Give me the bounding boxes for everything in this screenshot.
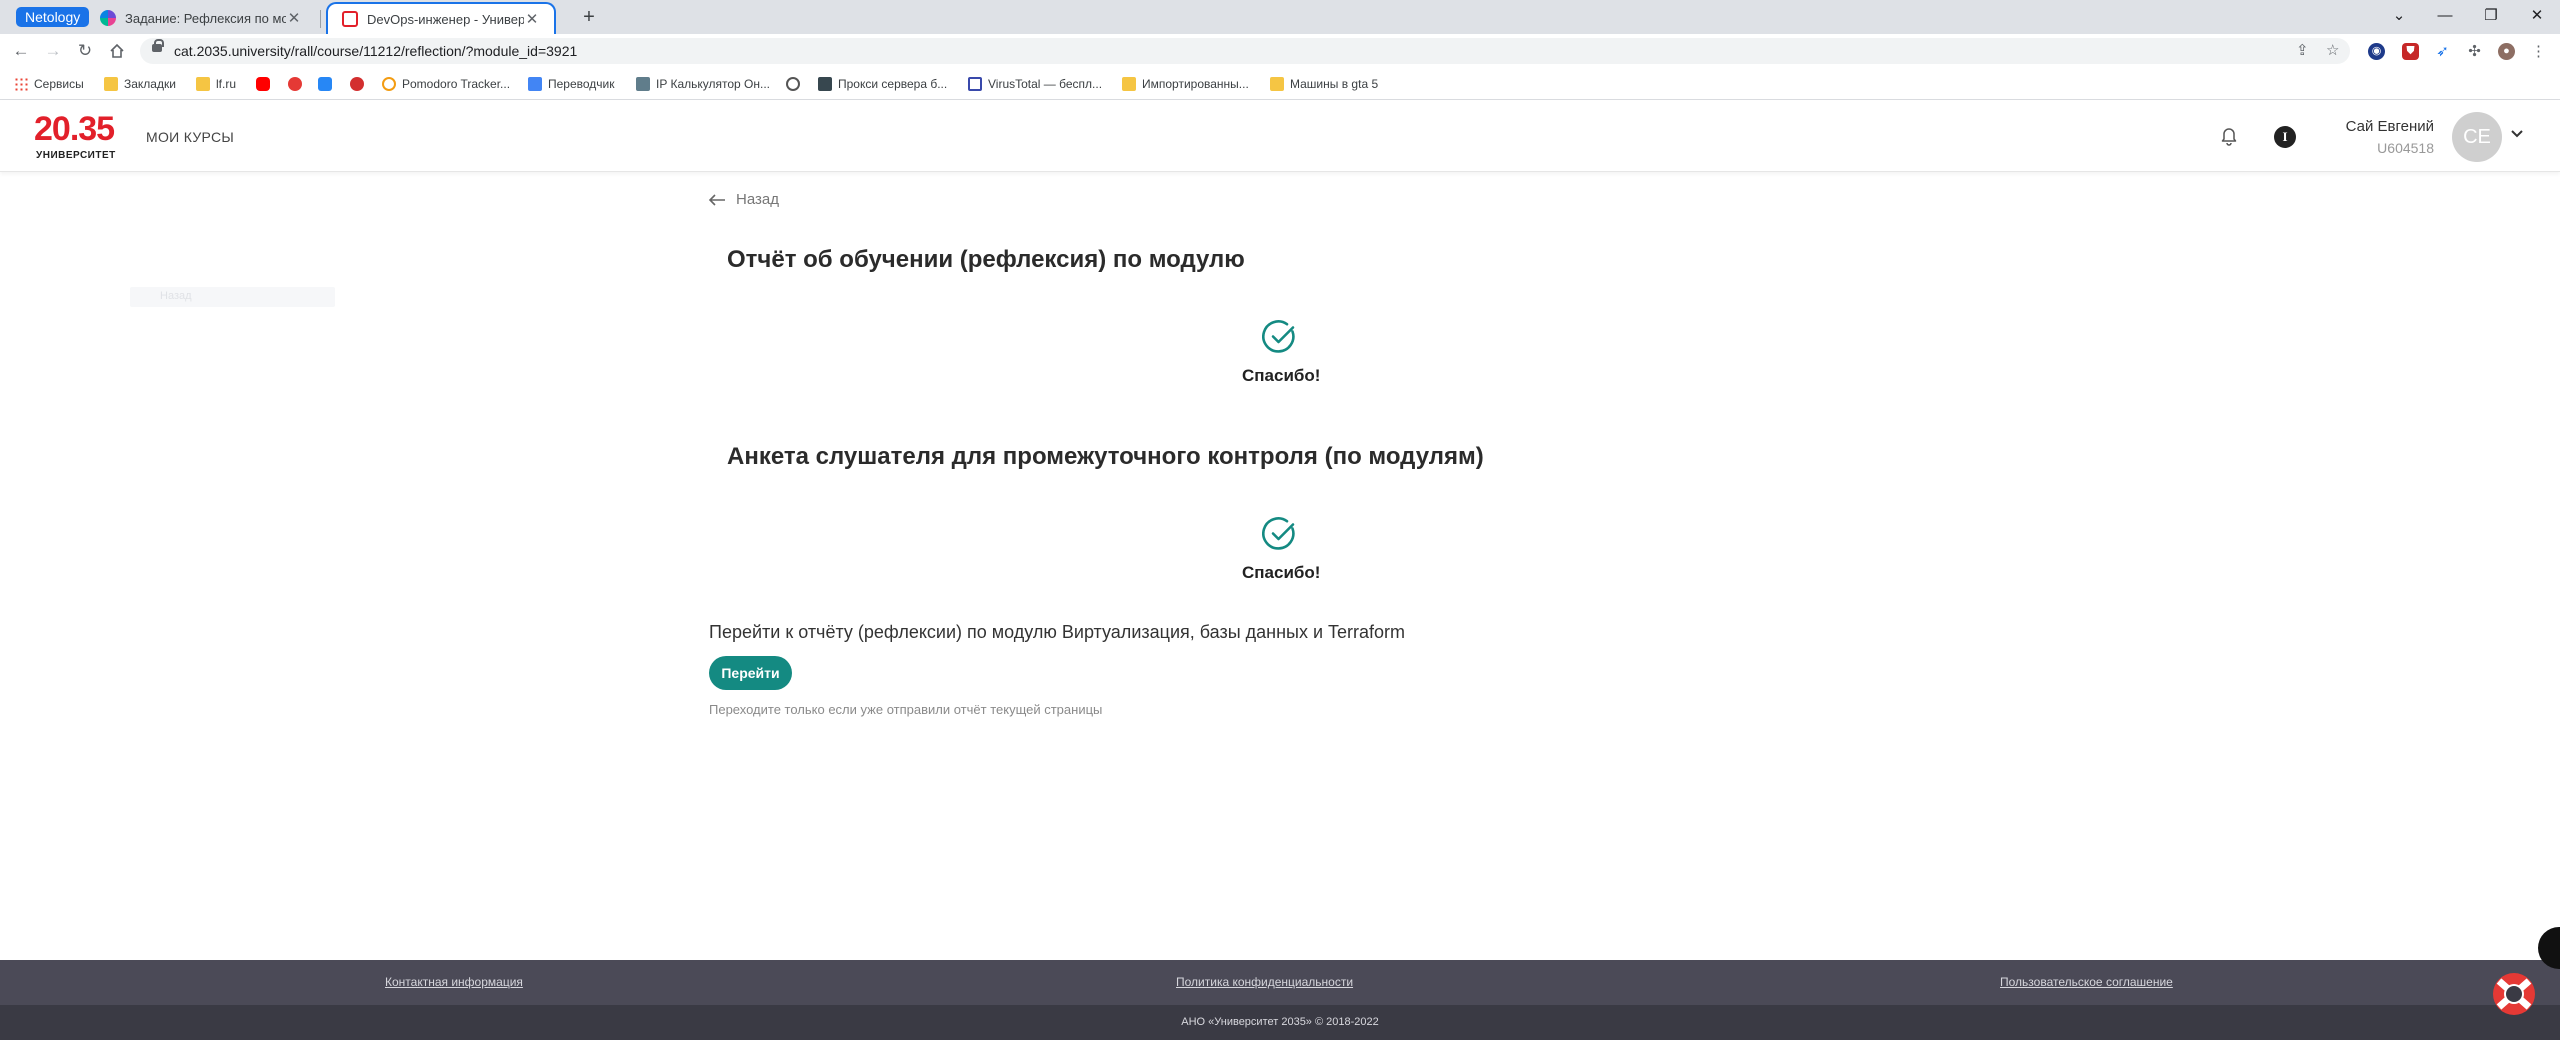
- tab-group-label[interactable]: Netology: [16, 7, 90, 27]
- user-name[interactable]: Сай Евгений: [2346, 118, 2434, 135]
- extensions-puzzle-icon[interactable]: ✣: [2466, 43, 2483, 60]
- bookmark-zakladki[interactable]: Закладки: [104, 75, 176, 93]
- back-arrow-icon[interactable]: ←: [8, 38, 34, 64]
- bookmarks-bar: Сервисы Закладки lf.ru Pomodoro Tracker.…: [0, 68, 2560, 100]
- share-icon[interactable]: ⇪: [2296, 41, 2309, 59]
- folder-icon: [1122, 77, 1136, 91]
- reflection-status: Спасибо!: [1242, 366, 1321, 385]
- bookmark-red-circle[interactable]: [288, 75, 308, 93]
- bookmark-translator[interactable]: Переводчик: [528, 75, 615, 93]
- tab-divider: [320, 10, 321, 28]
- arrow-left-icon: [708, 193, 725, 206]
- bookmark-ip-calc[interactable]: IP Калькулятор Он...: [636, 75, 770, 93]
- browser-tabstrip: Netology Задание: Рефлексия по модулю ✕ …: [0, 0, 2560, 34]
- nav-my-courses[interactable]: МОИ КУРСЫ: [146, 129, 234, 145]
- chevron-down-icon[interactable]: [2510, 126, 2524, 144]
- bookmark-proxy[interactable]: Прокси сервера б...: [818, 75, 947, 93]
- tab-title: Задание: Рефлексия по модулю: [125, 10, 286, 26]
- forward-arrow-icon[interactable]: →: [40, 38, 66, 64]
- browser-menu-icon[interactable]: ⋮: [2530, 43, 2547, 60]
- university-favicon-icon: [342, 11, 358, 27]
- bell-icon[interactable]: [2218, 124, 2240, 146]
- red-alert-icon: [350, 77, 364, 91]
- proxy-icon: [818, 77, 832, 91]
- footer-link-contacts[interactable]: Контактная информация: [385, 975, 523, 989]
- bookmark-star-icon[interactable]: ☆: [2326, 41, 2339, 59]
- vk-icon: [318, 77, 332, 91]
- bookmark-vk[interactable]: [318, 75, 338, 93]
- tab-title: DevOps-инженер - Университет 2035: [367, 11, 524, 27]
- user-id: U604518: [2377, 140, 2434, 156]
- survey-title: Анкета слушателя для промежуточного конт…: [727, 443, 1484, 470]
- bookmark-virustotal[interactable]: VirusTotal — беспл...: [968, 75, 1102, 93]
- lock-icon: [152, 39, 164, 52]
- virustotal-icon: [968, 77, 982, 91]
- footer-links-bar: Контактная информация Политика конфиденц…: [0, 960, 2560, 1005]
- globe-icon: [786, 77, 800, 91]
- bookmark-youtube[interactable]: [256, 75, 276, 93]
- new-tab-button[interactable]: +: [576, 4, 602, 30]
- check-circle-icon: [1262, 517, 1295, 550]
- site-header: 20.35 УНИВЕРСИТЕТ МОИ КУРСЫ I Сай Евгени…: [0, 100, 2560, 172]
- back-label: Назад: [736, 191, 779, 208]
- folder-icon: [104, 77, 118, 91]
- browser-tab-devops[interactable]: DevOps-инженер - Университет 2035 ✕: [326, 2, 556, 34]
- minimize-button[interactable]: —: [2422, 3, 2468, 29]
- footer-link-privacy[interactable]: Политика конфиденциальности: [1176, 975, 1353, 989]
- ip-calc-icon: [636, 77, 650, 91]
- goto-hint: Переходите только если уже отправили отч…: [709, 702, 1103, 717]
- bookmark-alert[interactable]: [350, 75, 370, 93]
- bookmark-imported[interactable]: Импортированны...: [1122, 75, 1249, 93]
- bookmark-pomodoro[interactable]: Pomodoro Tracker...: [382, 75, 510, 93]
- close-window-button[interactable]: ✕: [2514, 3, 2560, 29]
- logo-subtitle: УНИВЕРСИТЕТ: [36, 150, 116, 161]
- restore-button[interactable]: ❐: [2468, 3, 2514, 29]
- apps-grid-icon: [14, 77, 28, 91]
- address-bar[interactable]: cat.2035.university/rall/course/11212/re…: [140, 38, 2350, 64]
- bookmark-services[interactable]: Сервисы: [14, 75, 84, 93]
- extension-adblock-icon[interactable]: ⛊: [2402, 43, 2419, 60]
- reflection-report-title: Отчёт об обучении (рефлексия) по модулю: [727, 246, 1245, 273]
- netology-favicon-icon: [100, 10, 116, 26]
- bookmark-gta[interactable]: Машины в gta 5: [1270, 75, 1378, 93]
- red-circle-icon: [288, 77, 302, 91]
- footer-copyright-bar: АНО «Университет 2035» © 2018-2022: [0, 1005, 2560, 1040]
- browser-tab-assignment[interactable]: Задание: Рефлексия по модулю ✕: [86, 2, 316, 34]
- extension-arrow-icon[interactable]: ➶: [2434, 43, 2451, 60]
- browser-toolbar: ← → ↻ cat.2035.university/rall/course/11…: [0, 34, 2560, 68]
- copyright-text: АНО «Университет 2035» © 2018-2022: [1181, 1016, 1379, 1028]
- survey-status: Спасибо!: [1242, 563, 1321, 582]
- pomodoro-icon: [382, 77, 396, 91]
- footer-link-terms[interactable]: Пользовательское соглашение: [2000, 975, 2173, 989]
- logo-number[interactable]: 20.35: [34, 112, 115, 146]
- check-circle-icon: [1262, 320, 1295, 353]
- home-icon[interactable]: [104, 38, 130, 64]
- tab-search-icon[interactable]: ⌄: [2376, 3, 2422, 29]
- address-url[interactable]: cat.2035.university/rall/course/11212/re…: [174, 43, 577, 59]
- bookmark-globe[interactable]: [786, 75, 806, 93]
- back-link[interactable]: Назад: [708, 191, 779, 208]
- next-module-text: Перейти к отчёту (рефлексии) по модулю В…: [709, 622, 1406, 642]
- extension-vpn-icon[interactable]: ◉: [2368, 43, 2385, 60]
- profile-avatar-icon[interactable]: ●: [2498, 43, 2515, 60]
- bookmark-lf[interactable]: lf.ru: [196, 75, 236, 93]
- reload-icon[interactable]: ↻: [72, 38, 98, 64]
- faded-back-link: Назад: [130, 287, 335, 307]
- lifebuoy-support-icon[interactable]: [2490, 970, 2538, 1018]
- folder-icon: [1270, 77, 1284, 91]
- goto-button[interactable]: Перейти: [709, 656, 792, 690]
- folder-icon: [196, 77, 210, 91]
- tab-close-icon[interactable]: ✕: [286, 9, 302, 27]
- avatar[interactable]: СЕ: [2452, 112, 2502, 162]
- faded-back-label: Назад: [160, 290, 192, 302]
- translate-icon: [528, 77, 542, 91]
- tab-close-icon[interactable]: ✕: [524, 10, 540, 28]
- youtube-icon: [256, 77, 270, 91]
- info-icon[interactable]: I: [2274, 126, 2296, 148]
